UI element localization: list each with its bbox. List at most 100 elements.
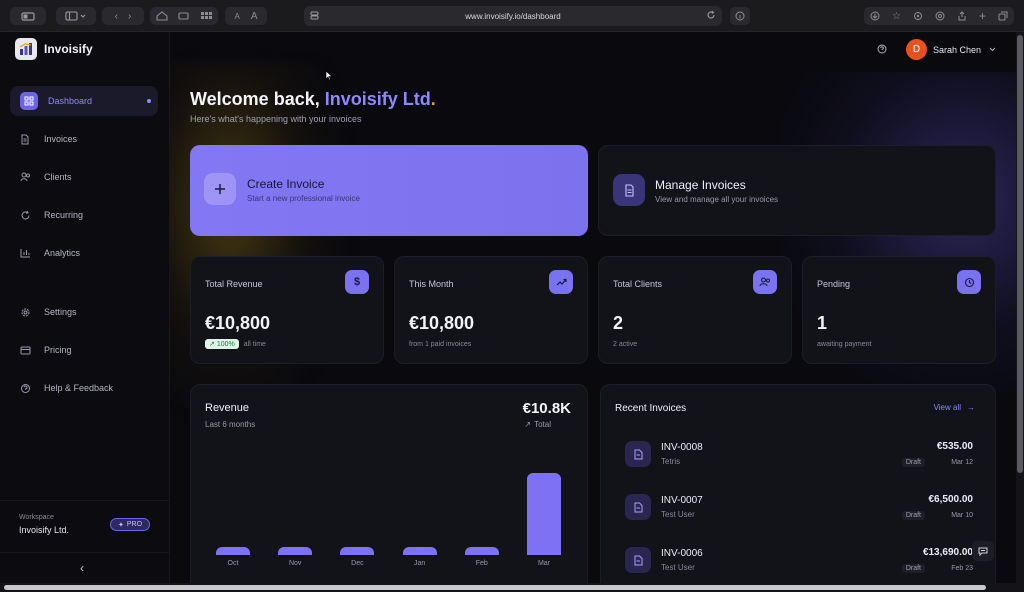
- download-icon[interactable]: [870, 11, 880, 21]
- stat-card-pending: Pending 1 awaiting payment: [802, 256, 996, 364]
- tabs-overview-icon[interactable]: [998, 11, 1008, 21]
- horizontal-scrollbar[interactable]: [0, 583, 1016, 592]
- share-icon[interactable]: [957, 11, 967, 21]
- stat-value: €10,800: [205, 313, 271, 333]
- trend-icon: [549, 270, 573, 294]
- x-tick-label: Nov: [288, 560, 302, 567]
- invoice-number: INV-0008: [661, 442, 703, 453]
- printer-icon: [178, 12, 189, 20]
- brand[interactable]: Invoisify: [15, 38, 93, 60]
- sidebar-item-label: Invoices: [44, 134, 78, 144]
- window-switch-icon[interactable]: [10, 7, 46, 25]
- url-text[interactable]: www.invoisify.io/dashboard: [465, 12, 560, 21]
- help-icon[interactable]: [877, 44, 887, 54]
- document-icon: [613, 174, 645, 206]
- divider: [0, 500, 169, 501]
- user-menu[interactable]: D Sarah Chen: [906, 39, 996, 60]
- chat-icon[interactable]: [972, 541, 994, 561]
- stat-sub-text: from 1 paid invoices: [409, 341, 472, 348]
- stat-label: Total Revenue: [205, 279, 263, 289]
- back-icon[interactable]: ‹: [115, 11, 118, 22]
- status-badge: Draft: [901, 511, 925, 520]
- scrollbar-thumb[interactable]: [4, 585, 986, 590]
- sidebar-item-clients[interactable]: Clients: [10, 162, 158, 192]
- document-icon: [625, 494, 651, 520]
- invoice-number: INV-0007: [661, 495, 703, 506]
- recent-invoices-card: Recent Invoices View all → INV-0008 Tetr…: [600, 384, 996, 583]
- address-bar[interactable]: www.invoisify.io/dashboard: [304, 6, 722, 26]
- text-smaller-button[interactable]: A: [234, 12, 239, 21]
- new-tab-icon[interactable]: +: [979, 9, 986, 23]
- arrow-up-right-icon: ↗: [209, 341, 215, 348]
- toolbar-group: [150, 7, 218, 25]
- chart-bar[interactable]: [278, 547, 313, 555]
- invoice-amount: €535.00: [936, 441, 973, 452]
- manage-invoices-card[interactable]: Manage Invoices View and manage all your…: [598, 145, 996, 236]
- users-icon: [753, 270, 777, 294]
- app-window: Invoisify Dashboard Invoices Clients Rec…: [0, 32, 1016, 583]
- avatar: D: [906, 39, 927, 60]
- vertical-scrollbar[interactable]: [1016, 32, 1024, 592]
- grid-icon: [20, 92, 44, 110]
- sidebar-item-pricing[interactable]: Pricing: [10, 335, 158, 365]
- sidebar-item-dashboard[interactable]: Dashboard: [10, 86, 158, 116]
- sidebar-item-settings[interactable]: Settings: [10, 297, 158, 327]
- home-icon: [156, 11, 168, 21]
- collapse-sidebar-icon[interactable]: ‹: [80, 561, 84, 575]
- document-icon: [20, 134, 44, 145]
- sidebar-item-label: Settings: [44, 307, 77, 317]
- stat-label: Total Clients: [613, 279, 663, 289]
- welcome-prefix: Welcome back,: [190, 89, 325, 109]
- chart-bar[interactable]: [402, 547, 437, 555]
- user-name: Sarah Chen: [933, 44, 982, 55]
- sidebar: Invoisify Dashboard Invoices Clients Rec…: [0, 32, 170, 583]
- list-item[interactable]: INV-0007 Test User €6,500.00 Draft Mar 1…: [615, 486, 977, 530]
- history-nav: ‹ ›: [102, 7, 144, 25]
- sidebar-item-label: Dashboard: [48, 96, 93, 106]
- invoice-date: Feb 23: [951, 565, 973, 572]
- create-invoice-subtitle: Start a new professional invoice: [247, 194, 360, 203]
- sidebar-item-label: Help & Feedback: [44, 383, 114, 393]
- document-icon: [625, 441, 651, 467]
- info-icon[interactable]: [730, 7, 750, 25]
- chart-bar[interactable]: [464, 547, 499, 555]
- privacy-icon[interactable]: [935, 11, 945, 21]
- sidebar-item-help[interactable]: Help & Feedback: [10, 373, 158, 403]
- invoice-client: Test User: [661, 510, 695, 519]
- browser-toolbar: ‹ › A A www.invoisify.io/dashboard ☆ +: [0, 0, 1024, 32]
- chart-bar[interactable]: [216, 547, 250, 555]
- list-item[interactable]: INV-0006 Test User €13,690.00 Draft Feb …: [615, 539, 977, 583]
- sidebar-toggle-icon[interactable]: [56, 7, 96, 25]
- sidebar-item-analytics[interactable]: Analytics: [10, 238, 158, 268]
- invoice-amount: €13,690.00: [922, 547, 973, 558]
- growth-badge: ↗ 100%: [205, 339, 239, 349]
- stat-sub: ↗ 100% all time: [205, 339, 266, 349]
- create-invoice-card[interactable]: Create Invoice Start a new professional …: [190, 145, 588, 236]
- chart-bar[interactable]: [340, 547, 375, 555]
- reload-icon[interactable]: [706, 10, 716, 20]
- sparkle-icon: ✦: [118, 521, 124, 529]
- company-name: Invoisify Ltd: [324, 89, 431, 109]
- refresh-icon: [20, 210, 44, 221]
- pro-badge[interactable]: ✦ PRO: [110, 518, 151, 531]
- sidebar-item-recurring[interactable]: Recurring: [10, 200, 158, 230]
- create-invoice-title: Create Invoice: [247, 177, 325, 191]
- manage-invoices-subtitle: View and manage all your invoices: [655, 195, 779, 204]
- star-icon[interactable]: ☆: [892, 11, 901, 22]
- invoice-client: Tetris: [661, 457, 681, 466]
- sidebar-item-invoices[interactable]: Invoices: [10, 124, 158, 154]
- text-larger-button[interactable]: A: [251, 11, 258, 22]
- x-tick-label: Oct: [227, 560, 239, 567]
- stat-label: This Month: [409, 279, 454, 289]
- list-item[interactable]: INV-0008 Tetris €535.00 Draft Mar 12: [615, 433, 977, 477]
- site-settings-icon[interactable]: [310, 11, 319, 20]
- scrollbar-thumb[interactable]: [1017, 35, 1023, 473]
- recent-invoices-title: Recent Invoices: [615, 403, 687, 414]
- reader-controls: A A: [225, 7, 267, 25]
- pro-badge-label: PRO: [126, 521, 143, 528]
- view-all-link[interactable]: View all →: [934, 403, 975, 412]
- chart-bar[interactable]: [527, 473, 561, 555]
- extensions-icon[interactable]: [913, 11, 923, 21]
- forward-icon[interactable]: ›: [128, 11, 131, 22]
- title-period: .: [430, 89, 436, 109]
